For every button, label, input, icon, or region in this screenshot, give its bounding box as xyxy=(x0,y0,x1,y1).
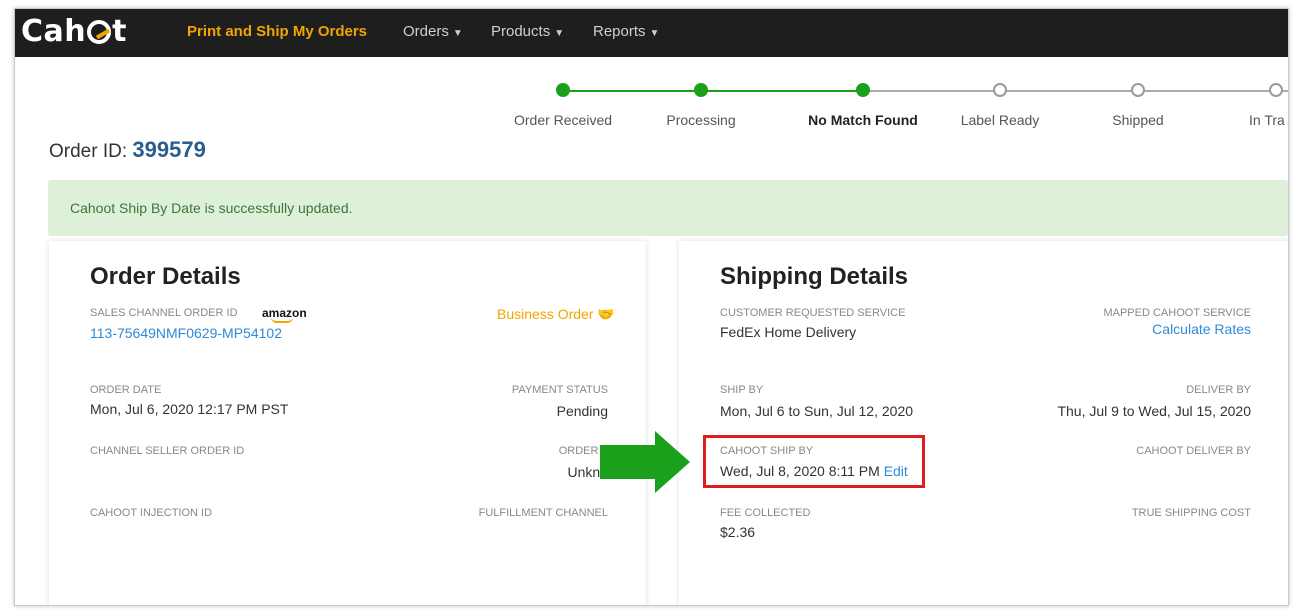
nav-products-dropdown[interactable]: Products ▼ xyxy=(491,23,564,40)
sales-channel-order-id-link[interactable]: 113-75649NMF0629-MP54102 xyxy=(90,325,282,341)
calculate-rates-link[interactable]: Calculate Rates xyxy=(1152,321,1251,337)
cahoot-deliver-by-label: CAHOOT DELIVER BY xyxy=(1136,445,1251,457)
business-order-badge: Business Order 🤝 xyxy=(497,306,615,322)
logo-ring-icon xyxy=(87,20,112,44)
order-progress-stepper: Order Received Processing No Match Found… xyxy=(495,83,1288,139)
step-dot-processing xyxy=(694,83,708,97)
step-dot-label-ready xyxy=(993,83,1007,97)
handshake-icon: 🤝 xyxy=(597,306,615,322)
step-label-order-received: Order Received xyxy=(513,112,613,128)
shipping-details-title: Shipping Details xyxy=(720,263,909,290)
fulfillment-channel-label: FULFILLMENT CHANNEL xyxy=(478,507,608,519)
cahoot-injection-id-label: CAHOOT INJECTION ID xyxy=(90,507,213,519)
order-id-value: 399579 xyxy=(132,137,206,162)
ship-by-label: SHIP BY xyxy=(720,384,764,396)
order-date-label: ORDER DATE xyxy=(90,384,162,396)
deliver-by-label: DELIVER BY xyxy=(1186,384,1251,396)
step-label-label-ready: Label Ready xyxy=(960,112,1040,128)
cahoot-logo[interactable]: Cah t xyxy=(21,15,127,49)
fee-collected-value: $2.36 xyxy=(720,524,756,540)
channel-seller-order-id-label: CHANNEL SELLER ORDER ID xyxy=(90,445,245,457)
step-dot-no-match-found xyxy=(856,83,870,97)
progress-line-pending xyxy=(863,90,1288,92)
ship-by-value: Mon, Jul 6 to Sun, Jul 12, 2020 xyxy=(720,403,914,419)
step-dot-shipped xyxy=(1131,83,1145,97)
fee-collected-label: FEE COLLECTED xyxy=(720,507,811,519)
nav-print-and-ship[interactable]: Print and Ship My Orders xyxy=(187,23,367,40)
caret-down-icon: ▼ xyxy=(649,28,660,39)
order-details-card: Order Details SALES CHANNEL ORDER ID ama… xyxy=(49,241,646,605)
alert-message: Cahoot Ship By Date is successfully upda… xyxy=(70,200,353,216)
step-label-in-transit: In Tra xyxy=(1249,112,1285,128)
progress-line-done xyxy=(563,90,863,92)
true-shipping-cost-label: TRUE SHIPPING COST xyxy=(1131,507,1251,519)
green-arrow-icon xyxy=(600,431,690,493)
browser-frame: Cah t Print and Ship My Orders Orders ▼ Pr… xyxy=(14,8,1289,606)
caret-down-icon: ▼ xyxy=(452,28,463,39)
order-date-value: Mon, Jul 6, 2020 12:17 PM PST xyxy=(90,401,289,417)
step-label-shipped: Shipped xyxy=(1112,112,1164,128)
nav-reports-dropdown[interactable]: Reports ▼ xyxy=(593,23,659,40)
customer-requested-service-value: FedEx Home Delivery xyxy=(720,324,857,340)
step-label-processing: Processing xyxy=(666,112,736,128)
order-details-title: Order Details xyxy=(90,263,241,290)
customer-requested-service-label: CUSTOMER REQUESTED SERVICE xyxy=(720,307,906,319)
payment-status-label: PAYMENT STATUS xyxy=(511,384,608,396)
shipping-details-card: Shipping Details CUSTOMER REQUESTED SERV… xyxy=(679,241,1288,605)
highlight-box xyxy=(703,435,925,488)
step-dot-in-transit xyxy=(1269,83,1283,97)
top-navbar: Cah t Print and Ship My Orders Orders ▼ Pr… xyxy=(15,9,1288,57)
step-dot-order-received xyxy=(556,83,570,97)
caret-down-icon: ▼ xyxy=(554,28,565,39)
sales-channel-order-id-label: SALES CHANNEL ORDER ID xyxy=(90,307,238,319)
deliver-by-value: Thu, Jul 9 to Wed, Jul 15, 2020 xyxy=(1057,403,1251,419)
order-id-heading: Order ID: 399579 xyxy=(49,137,206,162)
nav-orders-dropdown[interactable]: Orders ▼ xyxy=(403,23,463,40)
payment-status-value: Pending xyxy=(556,403,608,419)
step-label-no-match-found: No Match Found xyxy=(808,112,918,128)
success-alert: Cahoot Ship By Date is successfully upda… xyxy=(48,180,1288,236)
mapped-cahoot-service-label: MAPPED CAHOOT SERVICE xyxy=(1103,307,1251,319)
amazon-smile-icon xyxy=(271,317,293,323)
